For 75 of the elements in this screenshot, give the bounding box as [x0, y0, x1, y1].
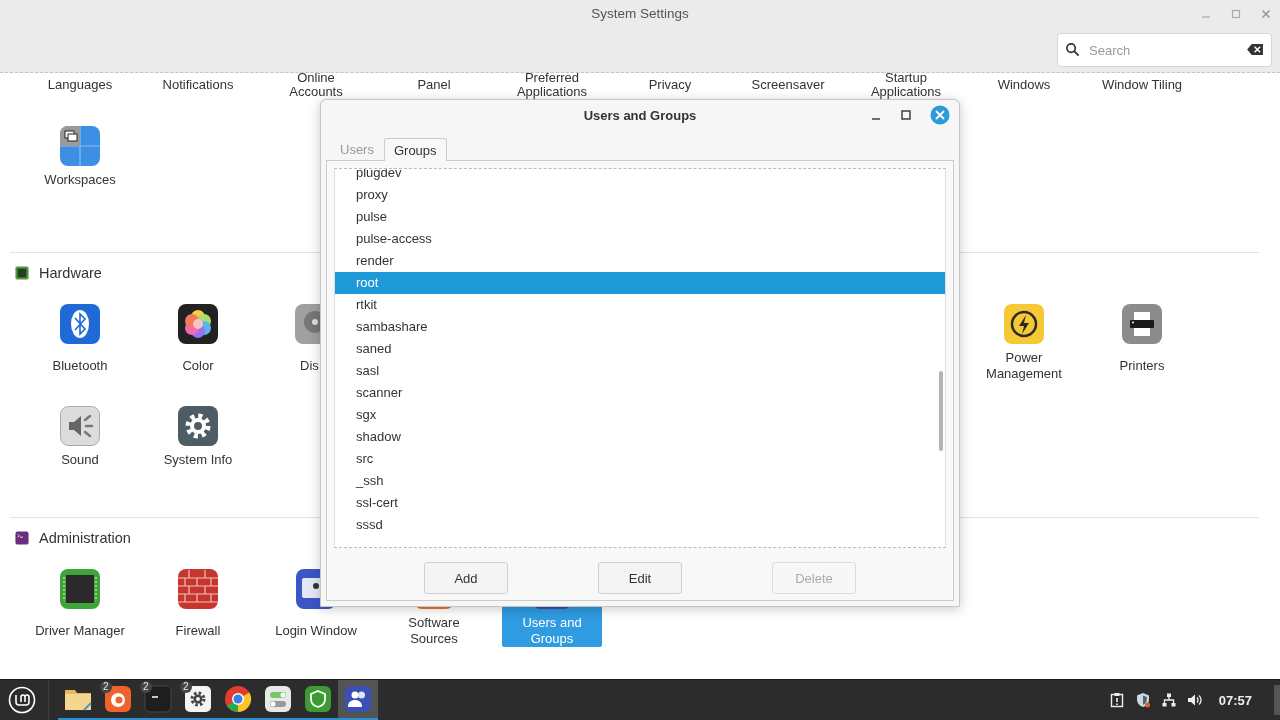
list-item[interactable]: sasl [335, 360, 945, 382]
settings-item[interactable]: Preferred Applications [502, 73, 602, 99]
printer-icon [1121, 303, 1163, 345]
list-item[interactable]: _ssh [335, 470, 945, 492]
search-icon [1065, 42, 1080, 57]
count-badge: 2 [140, 681, 152, 693]
taskbar-button[interactable]: 2 [98, 680, 138, 720]
settings-item[interactable]: Languages [30, 73, 130, 99]
settings-item[interactable]: Privacy [620, 73, 720, 99]
maximize-icon[interactable] [900, 109, 912, 121]
shield-icon [304, 685, 332, 713]
list-item[interactable]: sssd [335, 514, 945, 536]
count-badge: 2 [100, 681, 112, 693]
lightning-icon [1003, 303, 1045, 345]
chip-icon [59, 568, 101, 610]
settings-item[interactable]: Screensaver [738, 73, 838, 99]
terminal-icon [15, 531, 29, 545]
settings-item[interactable]: Power Management [974, 303, 1074, 382]
list-item[interactable]: pulse-access [335, 228, 945, 250]
settings-item[interactable]: Windows [974, 73, 1074, 99]
volume-icon[interactable] [1186, 692, 1203, 708]
list-item[interactable]: src [335, 448, 945, 470]
dialog-button[interactable]: Edit [598, 562, 682, 594]
network-icon[interactable] [1160, 692, 1177, 708]
tab[interactable]: Groups [383, 138, 447, 161]
list-item[interactable]: saned [335, 338, 945, 360]
settings-item[interactable]: Color [148, 303, 248, 382]
list-item[interactable]: scanner [335, 382, 945, 404]
settings-item[interactable]: Sound [30, 405, 130, 468]
color-wheel-icon [177, 303, 219, 345]
count-badge: 2 [180, 681, 192, 693]
settings-item[interactable]: Workspaces [30, 125, 130, 188]
list-item[interactable]: ssl-cert [335, 492, 945, 514]
chip-icon [15, 266, 29, 280]
taskbar-button[interactable] [338, 680, 378, 720]
list-item[interactable]: sgx [335, 404, 945, 426]
settings-item[interactable]: Window Tiling [1092, 73, 1192, 99]
list-item[interactable]: shadow [335, 426, 945, 448]
gear-icon [177, 405, 219, 447]
list-item[interactable]: rtkit [335, 294, 945, 316]
users-icon [344, 685, 372, 713]
workspaces-icon [59, 125, 101, 167]
settings-item[interactable]: Startup Applications [856, 73, 956, 99]
menu-icon[interactable] [8, 686, 36, 714]
speaker-icon [59, 405, 101, 447]
list-item[interactable]: proxy [335, 184, 945, 206]
settings-item[interactable]: Online Accounts [266, 73, 366, 99]
section-heading: Hardware [39, 265, 102, 281]
settings-item[interactable]: Printers [1092, 303, 1192, 382]
shield-icon[interactable] [1134, 692, 1151, 708]
bluetooth-icon [59, 303, 101, 345]
section-heading: Administration [39, 530, 131, 546]
browser-icon [224, 685, 252, 713]
clear-icon[interactable] [1247, 43, 1264, 56]
window-title: System Settings [591, 6, 689, 21]
scrollbar-thumb[interactable] [939, 371, 943, 451]
clipboard-icon[interactable] [1108, 692, 1125, 708]
settings-item[interactable]: Bluetooth [30, 303, 130, 382]
brick-wall-icon [177, 568, 219, 610]
settings-item[interactable]: Notifications [148, 73, 248, 99]
settings-item[interactable]: Driver Manager [30, 568, 130, 647]
dialog-button[interactable]: Add [424, 562, 508, 594]
toggle-icon [264, 685, 292, 713]
search-field[interactable]: Search [1057, 33, 1272, 67]
list-item[interactable]: pulse [335, 206, 945, 228]
taskbar-button[interactable]: 2 [138, 680, 178, 720]
dialog-title: Users and Groups [583, 108, 697, 123]
clock[interactable]: 07:57 [1218, 692, 1252, 708]
settings-item[interactable]: Firewall [148, 568, 248, 647]
settings-item[interactable]: Panel [384, 73, 484, 99]
list-item[interactable]: sambashare [335, 316, 945, 338]
close-icon[interactable] [930, 105, 950, 125]
settings-item[interactable]: System Info [148, 405, 248, 468]
list-item[interactable]: render [335, 250, 945, 272]
taskbar-button[interactable]: 2 [178, 680, 218, 720]
